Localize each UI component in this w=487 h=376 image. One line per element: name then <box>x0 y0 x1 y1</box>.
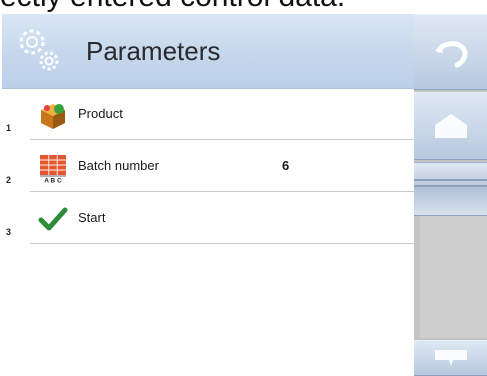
scrollbar-thumb[interactable] <box>414 162 487 216</box>
scroll-down-icon <box>434 350 467 366</box>
item-number: 1 <box>6 123 12 133</box>
thumb-grip-line <box>414 179 487 181</box>
list-item-start[interactable]: 3 Start <box>6 194 414 244</box>
scrollbar-track[interactable] <box>414 162 487 338</box>
checkmark-icon <box>38 207 68 231</box>
thumb-grip-line <box>414 185 487 187</box>
caption-text: ectly entered control data. <box>0 0 345 14</box>
caption-text-fragment: ectly entered control data. <box>0 0 487 14</box>
item-label: Product <box>78 106 123 121</box>
right-sidebar <box>414 14 487 376</box>
list-item-product[interactable]: 1 Product <box>6 90 414 140</box>
home-icon <box>434 114 467 138</box>
back-arrow-icon <box>434 41 468 68</box>
svg-text:A B C: A B C <box>44 178 62 184</box>
home-button[interactable] <box>414 92 487 160</box>
item-number: 2 <box>6 175 12 185</box>
product-box-icon <box>41 104 65 129</box>
back-button[interactable] <box>414 14 487 90</box>
item-label: Start <box>78 210 106 225</box>
header-bar: Parameters <box>2 14 414 89</box>
item-label: Batch number <box>78 158 159 173</box>
batch-abc-icon: A B C <box>40 155 66 184</box>
list-item-batch-number[interactable]: 2 A B C Batch number 6 <box>6 142 414 192</box>
page-title: Parameters <box>86 36 221 66</box>
gears-icon <box>19 29 59 71</box>
scroll-down-button[interactable] <box>414 340 487 376</box>
parameters-list: 1 Product 2 A B C Batch number 6 3 Start <box>2 90 414 246</box>
item-value: 6 <box>282 158 290 173</box>
item-number: 3 <box>6 227 12 237</box>
